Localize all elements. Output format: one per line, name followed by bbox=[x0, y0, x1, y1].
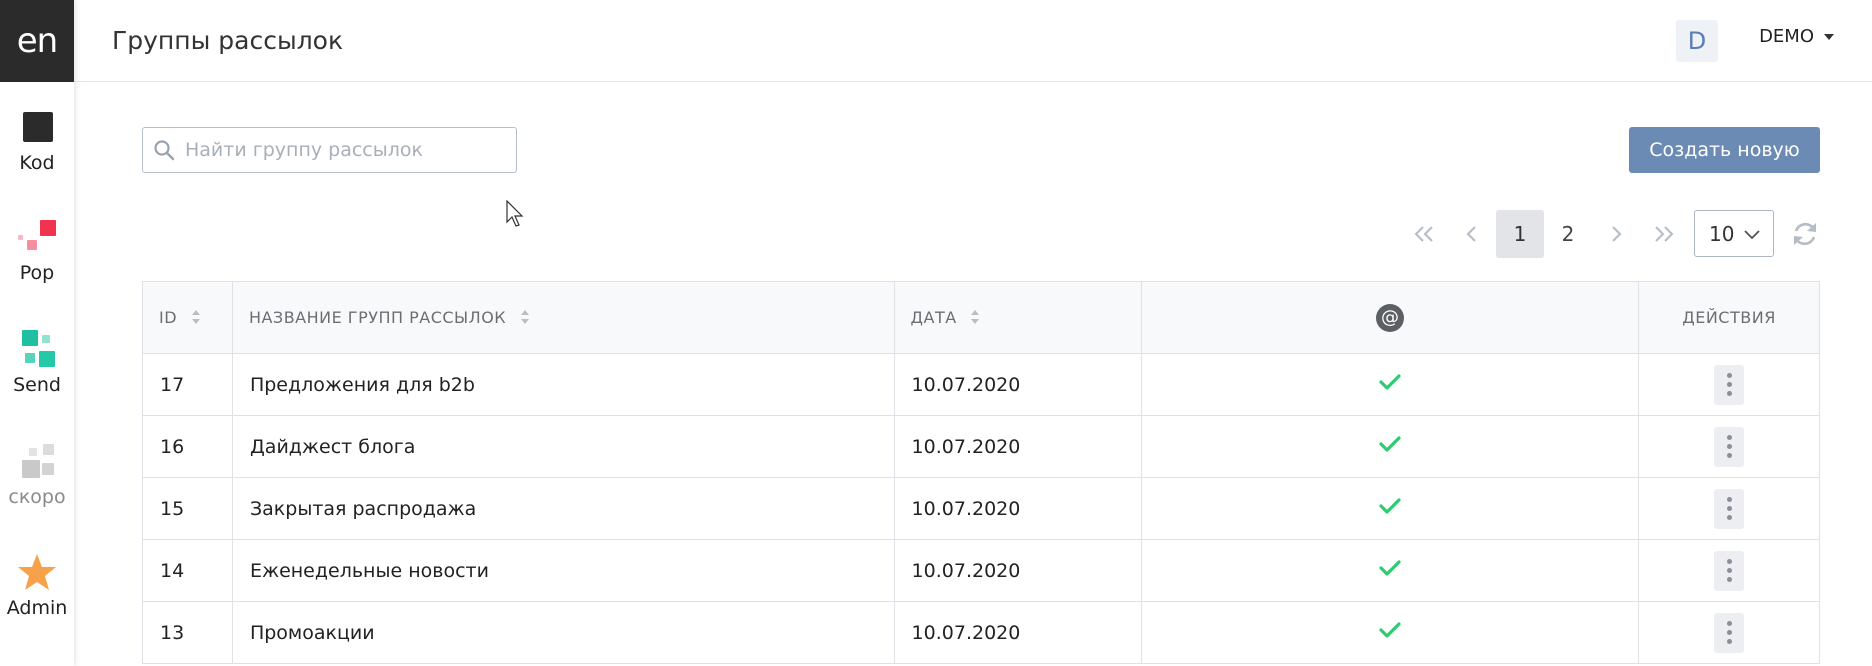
check-icon bbox=[1379, 374, 1401, 390]
app-logo[interactable]: en bbox=[0, 0, 74, 82]
refresh-icon[interactable] bbox=[1790, 219, 1820, 249]
mailing-groups-table: ID НАЗВАНИЕ ГРУПП РАССЫЛОК ДАТА @ ДЕЙСТВ… bbox=[142, 281, 1820, 664]
page-2-button[interactable]: 2 bbox=[1544, 210, 1592, 258]
more-actions-icon[interactable] bbox=[1714, 550, 1745, 591]
check-icon bbox=[1379, 436, 1401, 452]
table-row[interactable]: 13 Промоакции 10.07.2020 bbox=[142, 601, 1820, 664]
column-header-actions: ДЕЙСТВИЯ bbox=[1638, 281, 1820, 354]
more-actions-icon[interactable] bbox=[1714, 426, 1745, 467]
sidebar-item-label: Admin bbox=[6, 597, 68, 619]
sidebar-item-pop[interactable]: Pop bbox=[0, 218, 74, 284]
send-squares-icon bbox=[17, 330, 57, 370]
mouse-cursor-icon bbox=[506, 199, 524, 228]
soon-squares-icon bbox=[17, 442, 57, 482]
sort-icon bbox=[520, 310, 529, 324]
search-box bbox=[142, 127, 517, 173]
next-page-button[interactable] bbox=[1592, 210, 1640, 258]
column-header-name[interactable]: НАЗВАНИЕ ГРУПП РАССЫЛОК bbox=[231, 281, 895, 354]
table-row[interactable]: 15 Закрытая распродажа 10.07.2020 bbox=[142, 477, 1820, 540]
more-actions-icon[interactable] bbox=[1714, 612, 1745, 653]
cell-name: Промоакции bbox=[231, 601, 895, 664]
user-name: DEMO bbox=[1759, 26, 1814, 47]
check-icon bbox=[1379, 622, 1401, 638]
more-actions-icon[interactable] bbox=[1714, 488, 1745, 529]
check-icon bbox=[1379, 498, 1401, 514]
sidebar-item-label: скоро bbox=[8, 486, 66, 508]
cell-date: 10.07.2020 bbox=[893, 539, 1143, 602]
per-page-select[interactable]: 10 bbox=[1694, 210, 1774, 257]
table-row[interactable]: 14 Еженедельные новости 10.07.2020 bbox=[142, 539, 1820, 602]
create-new-button[interactable]: Создать новую bbox=[1629, 127, 1820, 173]
per-page-value: 10 bbox=[1709, 221, 1735, 246]
sort-icon bbox=[971, 310, 980, 324]
sidebar-item-label: Send bbox=[13, 374, 61, 396]
first-page-button[interactable] bbox=[1400, 210, 1448, 258]
search-input[interactable] bbox=[185, 139, 505, 161]
star-icon bbox=[17, 553, 57, 593]
cell-date: 10.07.2020 bbox=[893, 353, 1143, 416]
sidebar: en Kod Pop Send скоро Admin bbox=[0, 0, 74, 666]
avatar[interactable]: D bbox=[1676, 20, 1718, 62]
caret-down-icon bbox=[1824, 33, 1834, 40]
cell-date: 10.07.2020 bbox=[893, 477, 1143, 540]
cell-name: Закрытая распродажа bbox=[231, 477, 895, 540]
cell-name: Предложения для b2b bbox=[231, 353, 895, 416]
pop-squares-icon bbox=[17, 218, 57, 258]
search-icon bbox=[153, 139, 175, 161]
table-header-row: ID НАЗВАНИЕ ГРУПП РАССЫЛОК ДАТА @ ДЕЙСТВ… bbox=[142, 281, 1820, 354]
last-page-button[interactable] bbox=[1640, 210, 1688, 258]
table-row[interactable]: 17 Предложения для b2b 10.07.2020 bbox=[142, 353, 1820, 416]
column-header-id[interactable]: ID bbox=[142, 281, 233, 354]
sidebar-item-kod[interactable]: Kod bbox=[0, 108, 74, 174]
sidebar-item-label: Pop bbox=[19, 262, 55, 284]
cell-actions bbox=[1638, 415, 1820, 478]
cell-actions bbox=[1638, 353, 1820, 416]
sidebar-item-admin[interactable]: Admin bbox=[0, 553, 74, 619]
check-icon bbox=[1379, 560, 1401, 576]
cell-id: 14 bbox=[142, 539, 233, 602]
cell-email bbox=[1141, 539, 1640, 602]
sidebar-item-send[interactable]: Send bbox=[0, 330, 74, 396]
page-title: Группы рассылок bbox=[112, 26, 344, 55]
sidebar-item-soon[interactable]: скоро bbox=[0, 442, 74, 508]
cell-actions bbox=[1638, 477, 1820, 540]
kod-square-icon bbox=[17, 108, 57, 148]
cell-email bbox=[1141, 353, 1640, 416]
user-menu[interactable]: DEMO bbox=[1759, 26, 1834, 47]
more-actions-icon[interactable] bbox=[1714, 364, 1745, 405]
column-header-email: @ bbox=[1141, 281, 1640, 354]
chevron-down-icon bbox=[1743, 225, 1761, 243]
cell-name: Дайджест блога bbox=[231, 415, 895, 478]
sidebar-item-label: Kod bbox=[19, 152, 55, 174]
cell-id: 15 bbox=[142, 477, 233, 540]
cell-date: 10.07.2020 bbox=[893, 415, 1143, 478]
cell-id: 13 bbox=[142, 601, 233, 664]
pagination: 1 2 bbox=[1400, 210, 1688, 258]
top-header: Группы рассылок D DEMO bbox=[74, 0, 1872, 82]
at-sign-icon: @ bbox=[1376, 303, 1405, 332]
cell-name: Еженедельные новости bbox=[231, 539, 895, 602]
cell-actions bbox=[1638, 601, 1820, 664]
cell-email bbox=[1141, 415, 1640, 478]
column-header-label: ДАТА bbox=[910, 308, 957, 327]
cell-id: 17 bbox=[142, 353, 233, 416]
app-root: en Kod Pop Send скоро Admin Группы рассы… bbox=[0, 0, 1872, 666]
column-header-label: ID bbox=[159, 308, 178, 327]
cell-email bbox=[1141, 601, 1640, 664]
page-1-button[interactable]: 1 bbox=[1496, 210, 1544, 258]
column-header-label: НАЗВАНИЕ ГРУПП РАССЫЛОК bbox=[248, 308, 507, 327]
cell-id: 16 bbox=[142, 415, 233, 478]
prev-page-button[interactable] bbox=[1448, 210, 1496, 258]
cell-date: 10.07.2020 bbox=[893, 601, 1143, 664]
cell-email bbox=[1141, 477, 1640, 540]
cell-actions bbox=[1638, 539, 1820, 602]
sort-icon bbox=[191, 310, 200, 324]
column-header-date[interactable]: ДАТА bbox=[893, 281, 1143, 354]
table-row[interactable]: 16 Дайджест блога 10.07.2020 bbox=[142, 415, 1820, 478]
